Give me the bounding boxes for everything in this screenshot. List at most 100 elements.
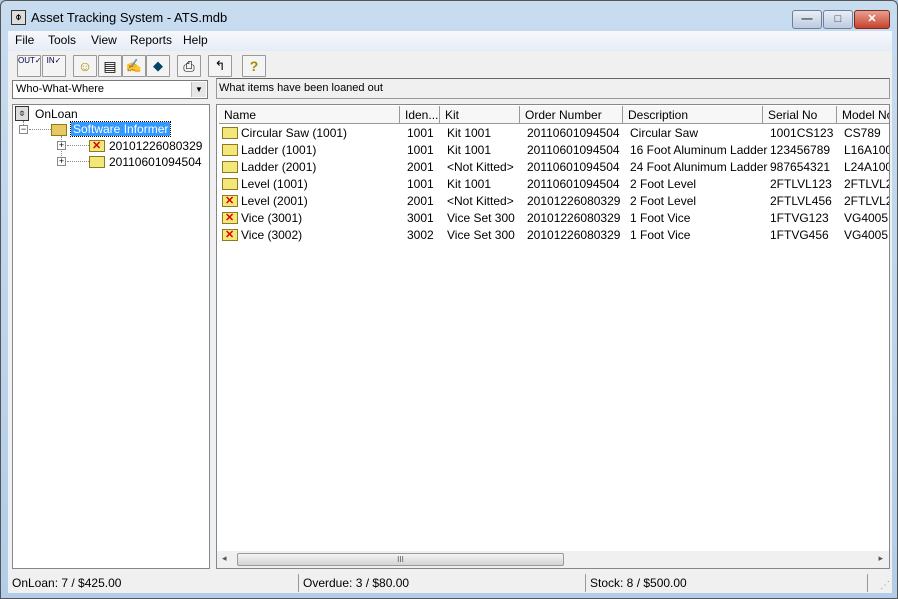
cell-order: 20110601094504 (527, 143, 620, 157)
resize-grip-icon[interactable]: ⋰ (880, 580, 890, 591)
menu-reports[interactable]: Reports (125, 33, 177, 47)
shapes-icon: ◆ (153, 58, 163, 73)
properties-button[interactable]: ▤ (98, 55, 122, 77)
cell-name: Level (2001) (241, 194, 308, 208)
tree-node-label: 20101226080329 (109, 139, 203, 153)
title-bar[interactable]: ⌽ Asset Tracking System - ATS.mdb — □ ✕ (1, 1, 897, 31)
cell-serial: 1001CS123 (770, 126, 834, 140)
check-out-button[interactable]: OUT✓ (17, 55, 42, 77)
cell-ident: 1001 (407, 177, 434, 191)
overdue-folder-icon (89, 139, 105, 152)
help-icon: ? (249, 58, 259, 74)
scroll-left-icon[interactable]: ◂ (222, 553, 227, 564)
cell-name: Ladder (2001) (241, 160, 317, 174)
minimize-button[interactable]: — (792, 10, 822, 29)
cell-description: 2 Foot Level (630, 177, 697, 191)
column-header-ident[interactable]: Iden... (400, 106, 440, 124)
cell-kit: <Not Kitted> (447, 194, 514, 208)
folder-icon (222, 178, 238, 190)
cell-name: Ladder (1001) (241, 143, 317, 157)
expand-icon[interactable]: + (57, 141, 66, 150)
paperclip-icon: ⌽ (11, 10, 26, 25)
tree-node-label: 20110601094504 (109, 155, 202, 169)
menu-help[interactable]: Help (178, 33, 213, 47)
folder-icon (222, 144, 238, 156)
column-header-order-number[interactable]: Order Number (520, 106, 623, 124)
collapse-icon[interactable]: − (19, 125, 28, 134)
paperclip-icon: ⌽ (15, 106, 29, 121)
cell-ident: 1001 (407, 143, 434, 157)
tree-node-order[interactable]: 20101226080329 (89, 138, 209, 154)
smiley-icon: ☺ (77, 58, 93, 74)
cell-serial: 987654321 (770, 160, 831, 174)
overdue-folder-icon (222, 194, 238, 207)
column-header-description[interactable]: Description (623, 106, 763, 124)
table-row[interactable]: Circular Saw (1001) 1001 Kit 1001 201106010… (219, 125, 889, 142)
folder-up-button[interactable]: ↰ (208, 55, 232, 77)
menu-bar: File Tools View Reports Help (8, 31, 892, 51)
tree-node-label: OnLoan (35, 107, 78, 121)
check-in-icon: IN✓ (46, 56, 62, 65)
column-header-model-no[interactable]: Model No (837, 106, 889, 124)
people-button[interactable]: ☺ (73, 55, 97, 77)
query-description: What items have been loaned out (216, 78, 890, 99)
scroll-thumb[interactable]: III (237, 553, 564, 566)
expand-icon[interactable]: + (57, 157, 66, 166)
cell-ident: 3002 (407, 228, 434, 242)
status-overdue: Overdue: 3 / $80.00 (298, 574, 585, 592)
table-row[interactable]: Ladder (1001) 1001 Kit 1001 20110601094504 1… (219, 142, 889, 159)
print-button[interactable]: ⎙ (177, 55, 201, 77)
items-list-view[interactable]: Name Iden... Kit Order Number Descriptio… (216, 104, 890, 569)
tree-node-software-informer[interactable]: Software Informer (51, 121, 201, 138)
table-row[interactable]: Vice (3002) 3002 Vice Set 300 2010122608032… (219, 227, 889, 244)
cell-kit: Kit 1001 (447, 143, 492, 157)
hand-folder-button[interactable]: ✍ (122, 55, 146, 77)
toolbar: OUT✓ IN✓ ☺ ▤ ✍ ◆ ⎙ ↰ ? (8, 52, 892, 79)
application-window: ⌽ Asset Tracking System - ATS.mdb — □ ✕ … (0, 0, 898, 599)
table-row[interactable]: Ladder (2001) 2001 <Not Kitted> 20110601094… (219, 159, 889, 176)
tree-line (29, 129, 51, 130)
status-stock: Stock: 8 / $500.00 (585, 574, 868, 592)
menu-file[interactable]: File (10, 33, 39, 47)
open-folder-icon (51, 124, 67, 136)
shapes-button[interactable]: ◆ (146, 55, 170, 77)
cell-serial: 1FTVG456 (770, 228, 829, 242)
tree-node-order[interactable]: 20110601094504 (89, 154, 209, 170)
chevron-down-icon[interactable]: ▼ (191, 82, 206, 97)
status-bar: OnLoan: 7 / $425.00 Overdue: 3 / $80.00 … (8, 573, 892, 593)
horizontal-scrollbar[interactable]: ◂ III ▸ (217, 551, 889, 568)
folder-icon (89, 156, 105, 168)
check-out-icon: OUT✓ (18, 56, 42, 65)
cell-serial: 2FTLVL456 (770, 194, 832, 208)
close-icon: ✕ (867, 13, 877, 25)
overdue-folder-icon (222, 228, 238, 241)
cell-model: L16A100 (844, 143, 890, 157)
cell-description: 1 Foot Vice (630, 211, 691, 225)
view-selector-dropdown[interactable]: Who-What-Where ▼ (12, 80, 208, 99)
cell-name: Circular Saw (1001) (241, 126, 348, 140)
tree-view[interactable]: ⌽ OnLoan − Software Informer + 201012260… (12, 104, 210, 569)
check-in-button[interactable]: IN✓ (42, 55, 66, 77)
column-header-kit[interactable]: Kit (440, 106, 520, 124)
column-header-serial-no[interactable]: Serial No (763, 106, 837, 124)
cell-serial: 2FTLVL123 (770, 177, 832, 191)
help-button[interactable]: ? (242, 55, 266, 77)
table-row[interactable]: Vice (3001) 3001 Vice Set 300 2010122608032… (219, 210, 889, 227)
close-button[interactable]: ✕ (854, 10, 890, 29)
table-row[interactable]: Level (2001) 2001 <Not Kitted> 201012260803… (219, 193, 889, 210)
menu-tools[interactable]: Tools (43, 33, 81, 47)
tree-node-root[interactable]: ⌽ OnLoan (15, 106, 205, 122)
menu-view[interactable]: View (86, 33, 122, 47)
table-row[interactable]: Level (1001) 1001 Kit 1001 20110601094504 2 … (219, 176, 889, 193)
column-header-name[interactable]: Name (219, 106, 400, 124)
folder-up-icon: ↰ (214, 58, 226, 73)
cell-kit: Vice Set 300 (447, 228, 515, 242)
maximize-icon: □ (834, 13, 842, 25)
cell-model: 2FTLVL2002 (844, 194, 889, 208)
window-title: Asset Tracking System - ATS.mdb (31, 10, 228, 25)
cell-name: Level (1001) (241, 177, 308, 191)
cell-order: 20101226080329 (527, 228, 621, 242)
maximize-button[interactable]: □ (823, 10, 853, 29)
scroll-right-icon[interactable]: ▸ (878, 553, 883, 564)
cell-ident: 2001 (407, 160, 434, 174)
